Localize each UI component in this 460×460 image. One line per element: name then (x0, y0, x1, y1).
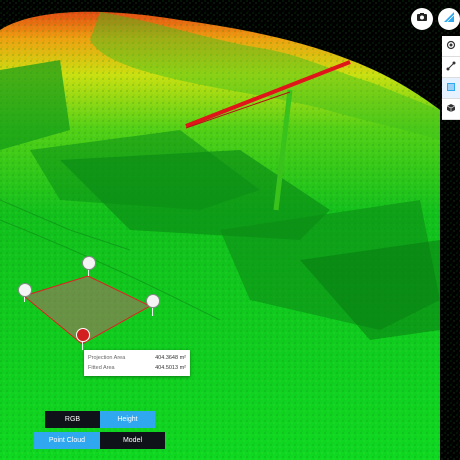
rgb-button[interactable]: RGB (45, 411, 100, 428)
projection-area-label: Projection Area (88, 355, 126, 361)
point-cloud-scene[interactable] (0, 0, 460, 460)
screenshot-button[interactable] (411, 8, 433, 30)
model-button[interactable]: Model (100, 432, 165, 449)
compass-icon (443, 10, 455, 28)
measure-toolbar (442, 36, 460, 120)
area-measurement-card: Projection Area 404.3648 m² Fitted Area … (84, 350, 190, 376)
projection-area-row: Projection Area 404.3648 m² (88, 353, 186, 363)
distance-tool[interactable] (442, 57, 460, 78)
polyline-icon (446, 58, 456, 76)
area-tool[interactable] (442, 78, 460, 99)
cube-icon (446, 100, 456, 118)
polygon-vertex-handle[interactable] (146, 294, 160, 308)
point-cloud-viewport[interactable]: Projection Area 404.3648 m² Fitted Area … (0, 0, 460, 460)
height-button[interactable]: Height (100, 411, 155, 428)
polygon-vertex-handle[interactable] (82, 256, 96, 270)
point-tool[interactable] (442, 36, 460, 57)
area-icon (446, 79, 456, 97)
reset-view-button[interactable] (438, 8, 460, 30)
fitted-area-row: Fitted Area 404.5013 m² (88, 363, 186, 373)
view-mode-toggle: Point Cloud Model (34, 432, 165, 449)
fitted-area-value: 404.5013 m² (155, 365, 186, 371)
color-mode-toggle: RGB Height (45, 411, 155, 428)
camera-icon (416, 10, 428, 28)
polygon-vertex-handle[interactable] (18, 283, 32, 297)
point-icon (446, 37, 456, 55)
projection-area-value: 404.3648 m² (155, 355, 186, 361)
volume-tool[interactable] (442, 99, 460, 120)
fitted-area-label: Fitted Area (88, 365, 115, 371)
point-cloud-button[interactable]: Point Cloud (34, 432, 100, 449)
polygon-active-vertex-handle[interactable] (76, 328, 90, 342)
